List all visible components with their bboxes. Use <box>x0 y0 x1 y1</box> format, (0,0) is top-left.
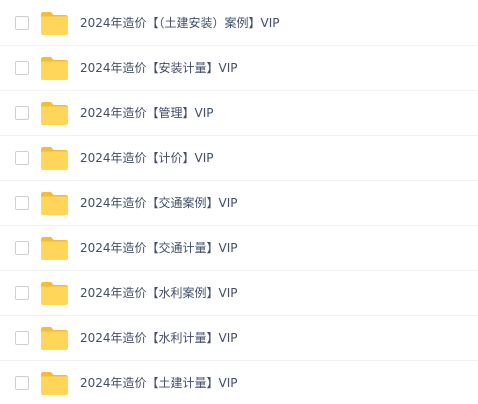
row-checkbox[interactable] <box>15 196 29 210</box>
file-row[interactable]: 2024年造价【水利计量】VIP <box>0 316 478 361</box>
file-name[interactable]: 2024年造价【水利案例】VIP <box>80 285 238 301</box>
file-row[interactable]: 2024年造价【安装计量】VIP <box>0 46 478 91</box>
row-checkbox[interactable] <box>15 151 29 165</box>
folder-icon <box>41 192 68 215</box>
file-row[interactable]: 2024年造价【交通计量】VIP <box>0 226 478 271</box>
folder-icon <box>41 102 68 125</box>
row-checkbox[interactable] <box>15 286 29 300</box>
row-checkbox[interactable] <box>15 241 29 255</box>
row-checkbox[interactable] <box>15 331 29 345</box>
file-row[interactable]: 2024年造价【水利案例】VIP <box>0 271 478 316</box>
file-name[interactable]: 2024年造价【（土建安装）案例】VIP <box>80 15 280 31</box>
file-row[interactable]: 2024年造价【土建计量】VIP <box>0 361 478 404</box>
file-name[interactable]: 2024年造价【计价】VIP <box>80 150 214 166</box>
file-name[interactable]: 2024年造价【交通计量】VIP <box>80 240 238 256</box>
folder-icon <box>41 372 68 395</box>
file-row[interactable]: 2024年造价【交通案例】VIP <box>0 181 478 226</box>
file-list: 2024年造价【（土建安装）案例】VIP 2024年造价【安装计量】VIP 2024… <box>0 0 478 404</box>
file-name[interactable]: 2024年造价【安装计量】VIP <box>80 60 238 76</box>
row-checkbox[interactable] <box>15 16 29 30</box>
row-checkbox[interactable] <box>15 376 29 390</box>
file-row[interactable]: 2024年造价【（土建安装）案例】VIP <box>0 1 478 46</box>
row-checkbox[interactable] <box>15 106 29 120</box>
folder-icon <box>41 237 68 260</box>
file-name[interactable]: 2024年造价【交通案例】VIP <box>80 195 238 211</box>
folder-icon <box>41 57 68 80</box>
file-name[interactable]: 2024年造价【水利计量】VIP <box>80 330 238 346</box>
folder-icon <box>41 147 68 170</box>
folder-icon <box>41 12 68 35</box>
row-checkbox[interactable] <box>15 61 29 75</box>
file-row[interactable]: 2024年造价【管理】VIP <box>0 91 478 136</box>
folder-icon <box>41 282 68 305</box>
file-name[interactable]: 2024年造价【土建计量】VIP <box>80 375 238 391</box>
file-row[interactable]: 2024年造价【计价】VIP <box>0 136 478 181</box>
folder-icon <box>41 327 68 350</box>
file-name[interactable]: 2024年造价【管理】VIP <box>80 105 214 121</box>
